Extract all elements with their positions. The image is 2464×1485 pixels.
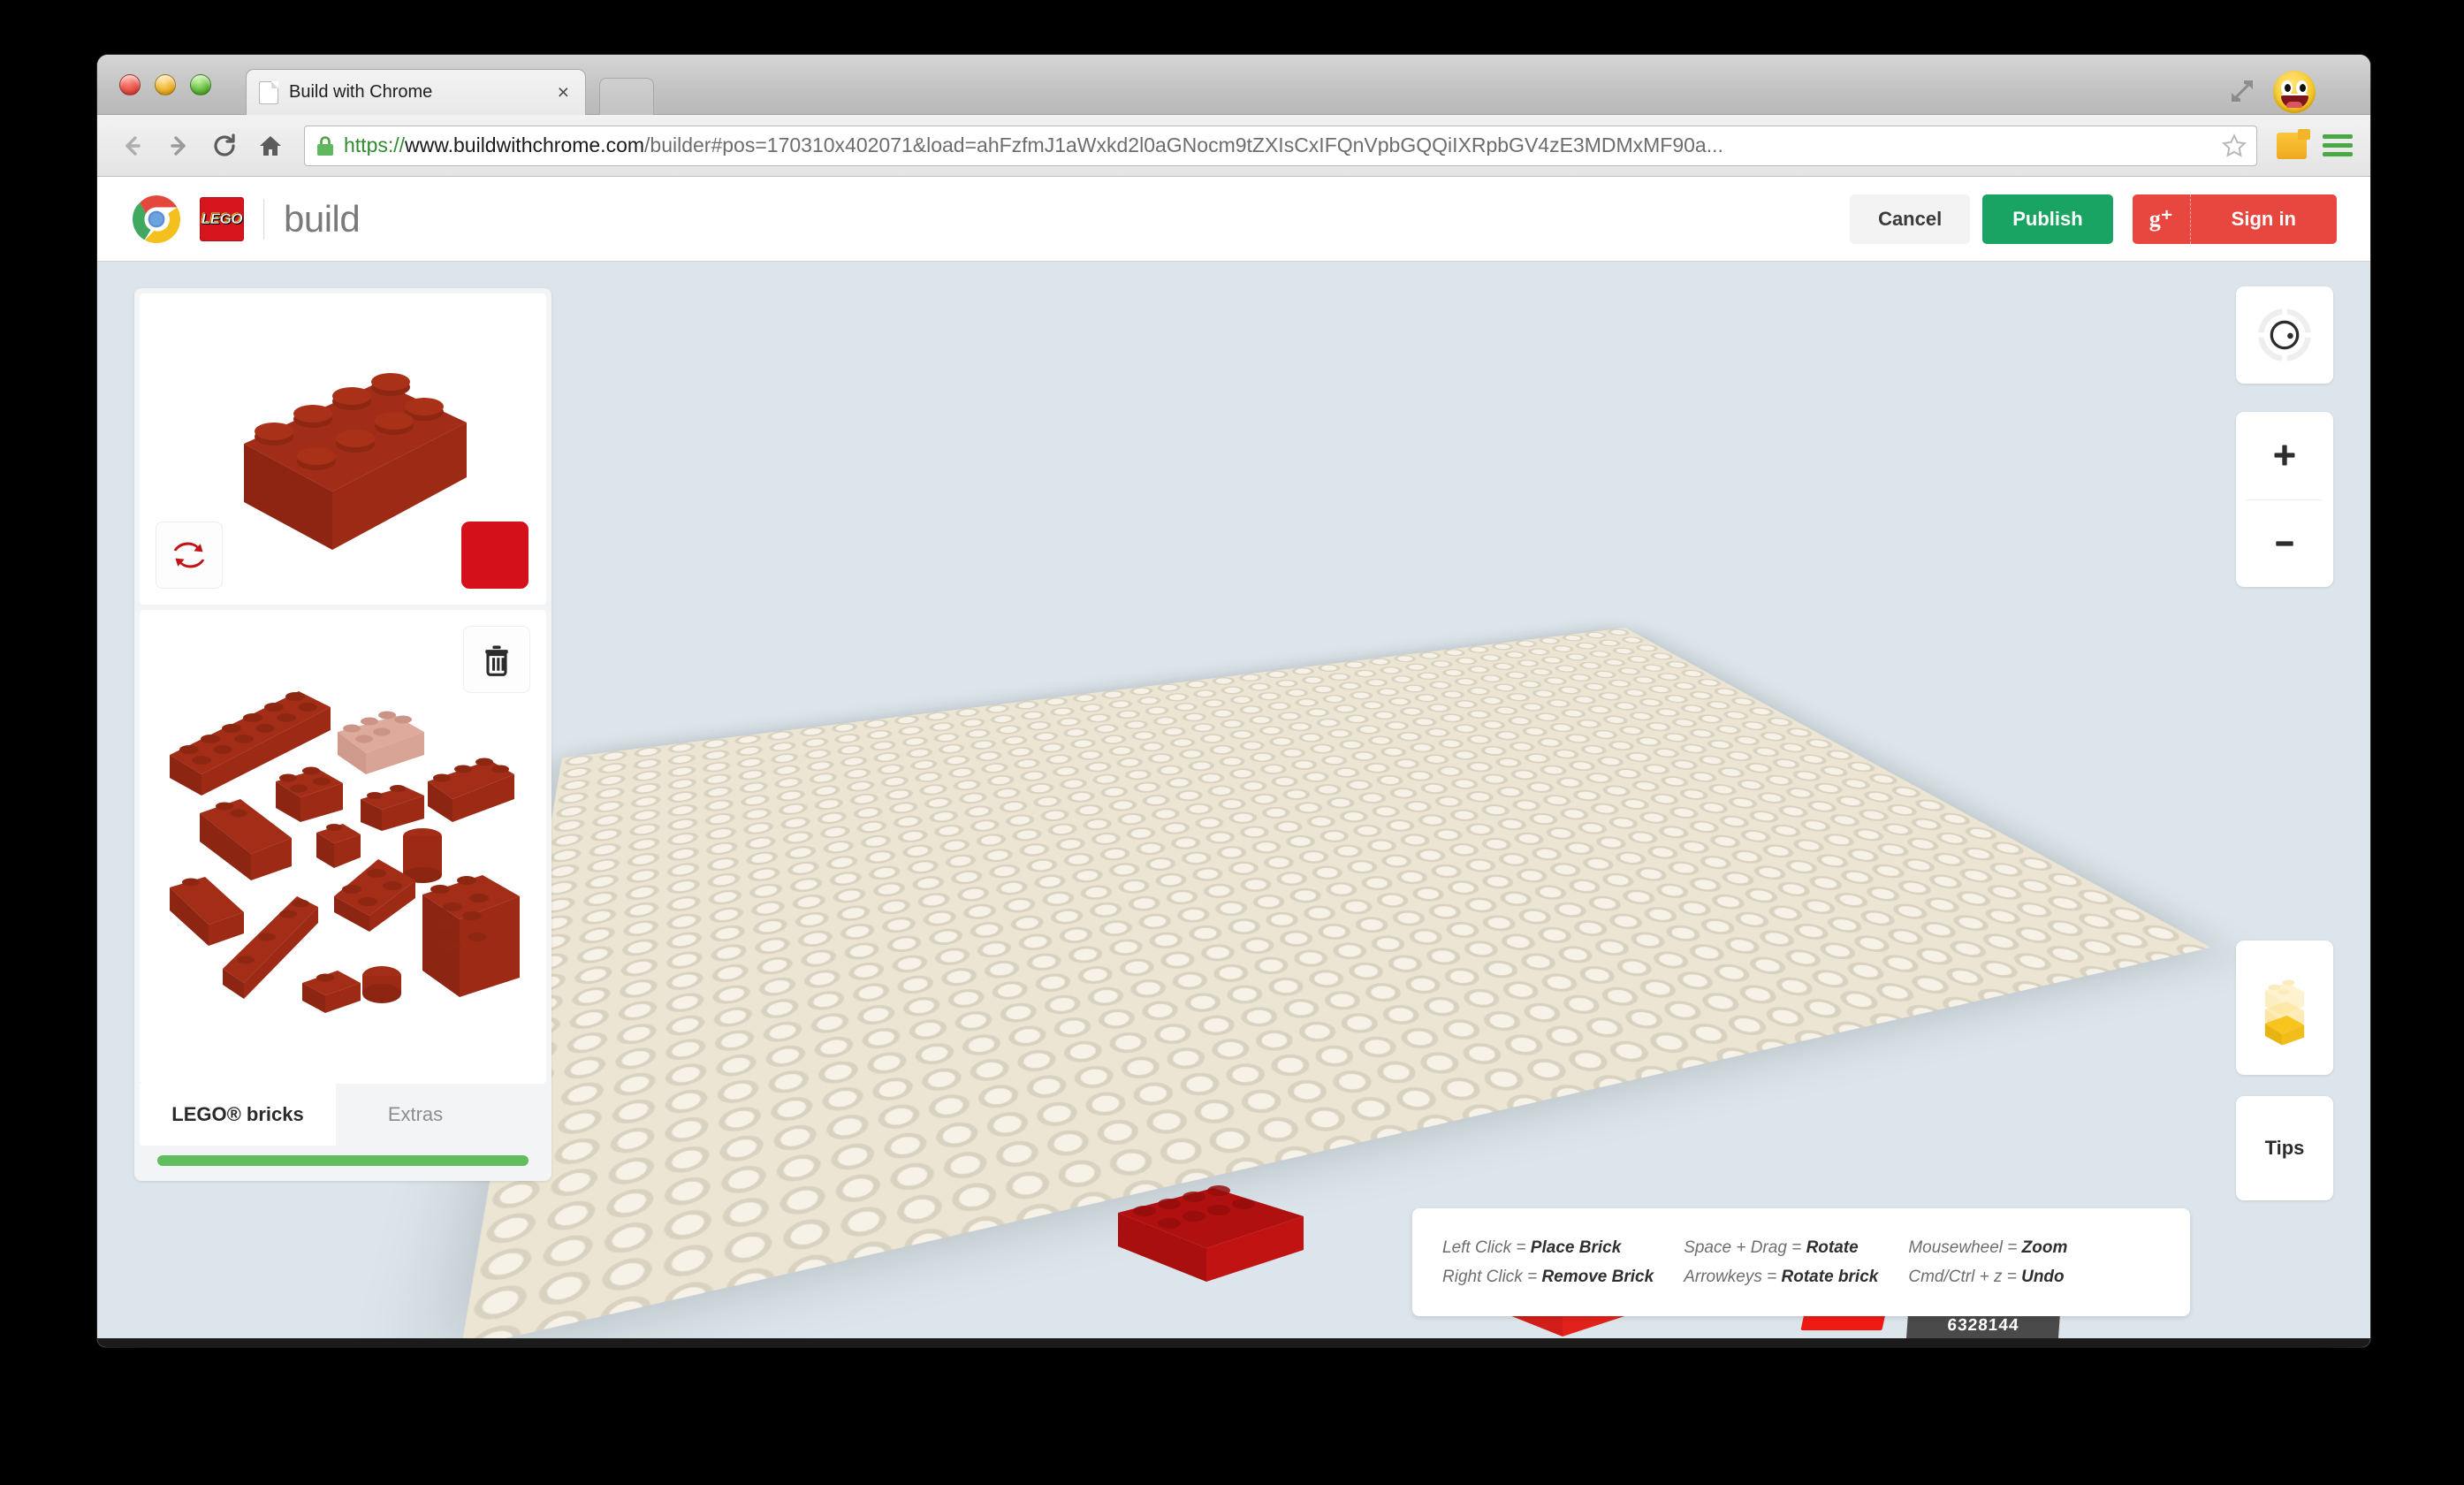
tips-column-3: Mousewheel = Zoom Cmd/Ctrl + z = Undo (1908, 1233, 2067, 1292)
url-host: www.buildwithchrome.com (405, 135, 645, 156)
rotate-brick-button[interactable] (156, 522, 223, 589)
tip-key: Space + Drag = (1684, 1238, 1806, 1257)
palette-tabs: LEGO® bricks Extras (140, 1084, 546, 1146)
avatar-mouth (2281, 94, 2308, 108)
back-arrow-icon[interactable] (111, 125, 154, 167)
browser-tab[interactable]: Build with Chrome × (246, 69, 586, 115)
placed-brick-1[interactable] (1118, 1183, 1304, 1289)
brick-1x1 (316, 824, 361, 868)
tip-value: Remove Brick (1541, 1268, 1654, 1286)
zoom-in-button[interactable] (2236, 412, 2333, 499)
tip-key: Right Click = (1442, 1268, 1542, 1286)
lego-logo-text: LEGO (201, 209, 243, 227)
hamburger-menu-icon[interactable] (2323, 134, 2353, 156)
browser-window: Build with Chrome × https://www.buildwit… (97, 55, 2370, 1347)
url-scheme: https:// (344, 135, 406, 156)
window-minimize-button[interactable] (155, 74, 176, 95)
tips-panel: Left Click = Place Brick Right Click = R… (1412, 1208, 2190, 1316)
tip-value: Rotate brick (1781, 1268, 1879, 1286)
tip-key: Mousewheel = (1908, 1238, 2022, 1257)
brick-list (140, 610, 546, 1084)
brick-2x2 (276, 766, 343, 822)
desktop-backdrop: Build with Chrome × https://www.buildwit… (0, 0, 2464, 1485)
brick-2x4-highlighted (338, 711, 424, 774)
ssl-lock-icon (314, 134, 337, 157)
brick-1x4 (428, 758, 514, 822)
tab-lego-bricks[interactable]: LEGO® bricks (140, 1084, 336, 1146)
cylinder-1x1 (403, 828, 442, 883)
zoom-controls (2236, 412, 2333, 587)
chrome-logo-icon (133, 194, 180, 243)
header-divider (263, 198, 264, 240)
rotate-view-compass-button[interactable] (2236, 286, 2333, 384)
window-close-button[interactable] (119, 74, 141, 95)
layers-bricks-button[interactable] (2236, 940, 2333, 1075)
plate-2x4 (422, 875, 520, 997)
tab-strip: Build with Chrome × (97, 55, 2370, 115)
tab-extras[interactable]: Extras (336, 1084, 495, 1146)
color-swatch[interactable] (461, 522, 529, 589)
fullscreen-arrows-icon[interactable] (2227, 76, 2257, 106)
sign-in-label: Sign in (2231, 207, 2296, 230)
sign-in-button[interactable]: g⁺ Sign in (2132, 194, 2337, 244)
tips-button[interactable]: Tips (2236, 1096, 2333, 1200)
brick-1x2 (361, 785, 424, 831)
browser-toolbar: https://www.buildwithchrome.com/builder#… (97, 115, 2370, 177)
builder-workspace: 6328144 LEGO® bricks Extras Tips Left Cl… (97, 262, 2370, 1346)
url-path: /builder#pos=170310x402071&load=ahFzfmJ1… (644, 135, 1723, 156)
window-traffic-lights (119, 74, 211, 95)
tips-column-2: Space + Drag = Rotate Arrowkeys = Rotate… (1684, 1233, 1878, 1292)
zoom-out-button[interactable] (2236, 500, 2333, 588)
page-content: LEGO build Cancel Publish g⁺ Sign in 632… (97, 177, 2370, 1347)
extension-icon[interactable] (2277, 128, 2310, 159)
tips-column-1: Left Click = Place Brick Right Click = R… (1442, 1233, 1654, 1292)
page-title: build (284, 197, 361, 240)
plate-1x1 (302, 971, 361, 1013)
tip-key: Cmd/Ctrl + z = (1908, 1268, 2022, 1286)
bookmark-star-icon[interactable] (2221, 133, 2247, 159)
google-plus-icon: g⁺ (2133, 194, 2191, 244)
tip-key: Left Click = (1442, 1238, 1531, 1257)
tip-value: Undo (2021, 1268, 2065, 1286)
home-icon[interactable] (249, 125, 292, 167)
tip-value: Place Brick (1530, 1238, 1622, 1257)
publish-button[interactable]: Publish (1982, 194, 2113, 244)
lego-logo-icon: LEGO (200, 196, 244, 241)
address-bar[interactable]: https://www.buildwithchrome.com/builder#… (304, 125, 2257, 166)
page-icon (259, 80, 278, 104)
selected-brick-preview (140, 293, 546, 605)
round-plate-1x1 (362, 966, 401, 1003)
tab-title: Build with Chrome (289, 82, 433, 102)
site-header: LEGO build Cancel Publish g⁺ Sign in (97, 177, 2370, 262)
window-maximize-button[interactable] (190, 74, 211, 95)
loading-progress-container (140, 1146, 546, 1176)
awesome-face-avatar[interactable] (2273, 71, 2316, 113)
url-text: https://www.buildwithchrome.com/builder#… (344, 135, 2212, 156)
tip-value: Zoom (2021, 1238, 2068, 1257)
tip-value: Rotate (1806, 1238, 1859, 1257)
tip-key: Arrowkeys = (1684, 1268, 1782, 1286)
forward-arrow-icon[interactable] (157, 125, 200, 167)
baseplate-container (460, 363, 2211, 1346)
reload-icon[interactable] (203, 125, 246, 167)
close-icon[interactable]: × (554, 80, 573, 104)
window-bottom-edge (97, 1338, 2370, 1347)
cancel-button[interactable]: Cancel (1850, 194, 1971, 244)
new-tab-button[interactable] (599, 78, 654, 115)
slope-2x4 (200, 799, 292, 880)
loading-progress-bar (157, 1155, 529, 1166)
slope-1x3 (170, 877, 244, 946)
brick-palette-panel: LEGO® bricks Extras (134, 288, 551, 1181)
trash-icon[interactable] (463, 626, 530, 693)
